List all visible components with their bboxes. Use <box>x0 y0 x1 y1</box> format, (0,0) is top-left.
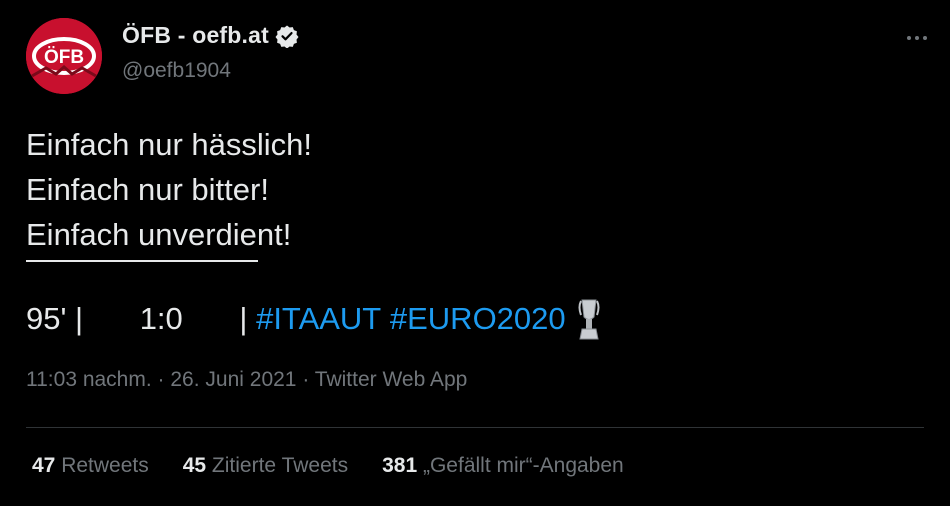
likes-label: „Gefällt mir“-Angaben <box>417 454 624 477</box>
more-options-button[interactable] <box>902 28 932 48</box>
author-row: ÖFB - oefb.at <box>122 22 299 49</box>
underscore-line <box>26 260 258 262</box>
tweet-line: Einfach nur bitter! <box>26 172 269 207</box>
retweets-stat[interactable]: 47 Retweets <box>32 454 149 478</box>
tweet-time[interactable]: 11:03 nachm. <box>26 368 152 391</box>
quotes-label: Zitierte Tweets <box>206 454 349 477</box>
retweets-label: Retweets <box>55 454 149 477</box>
ellipsis-icon-dot <box>907 36 911 40</box>
score-result: 1:0 <box>139 301 183 336</box>
quote-tweets-stat[interactable]: 45 Zitierte Tweets <box>183 454 348 478</box>
avatar-text: ÖFB <box>44 47 84 68</box>
verified-badge-icon <box>275 25 299 48</box>
handle[interactable]: @oefb1904 <box>122 59 231 83</box>
hashtag-euro2020[interactable]: #EURO2020 <box>390 301 566 337</box>
ellipsis-icon-dot <box>923 36 927 40</box>
meta-dot: · <box>296 368 315 391</box>
tweet-line: Einfach unverdient! <box>26 217 292 252</box>
tweet-text: Einfach nur hässlich! Einfach nur bitter… <box>26 122 926 257</box>
austria-flag-icon <box>185 304 229 334</box>
italy-flag-icon <box>94 304 138 334</box>
engagement-stats: 47 Retweets 45 Zitierte Tweets 381 „Gefä… <box>32 454 658 478</box>
quotes-count: 45 <box>182 454 207 477</box>
tweet-source-app[interactable]: Twitter Web App <box>315 368 468 391</box>
display-name[interactable]: ÖFB - oefb.at <box>122 22 269 49</box>
tweet-line: Einfach nur hässlich! <box>26 127 313 162</box>
score-line: 95' | 1:0 | #ITAAUT #EURO2020 <box>26 296 602 342</box>
minute-text: 95' | <box>26 301 92 336</box>
hashtag-itaaut[interactable]: #ITAAUT <box>256 301 381 337</box>
score-separator: | <box>230 301 257 336</box>
likes-count: 381 <box>382 454 418 477</box>
likes-stat[interactable]: 381 „Gefällt mir“-Angaben <box>382 454 624 478</box>
tweet-date[interactable]: 26. Juni 2021 <box>170 368 296 391</box>
retweets-count: 47 <box>32 454 56 477</box>
divider <box>26 427 924 428</box>
ellipsis-icon-dot <box>915 36 919 40</box>
tweet-meta: 11:03 nachm. · 26. Juni 2021 · Twitter W… <box>26 368 467 392</box>
meta-dot: · <box>151 368 171 391</box>
oefb-logo: ÖFB <box>26 18 102 94</box>
trophy-icon <box>578 299 600 340</box>
avatar[interactable]: ÖFB <box>26 18 102 94</box>
